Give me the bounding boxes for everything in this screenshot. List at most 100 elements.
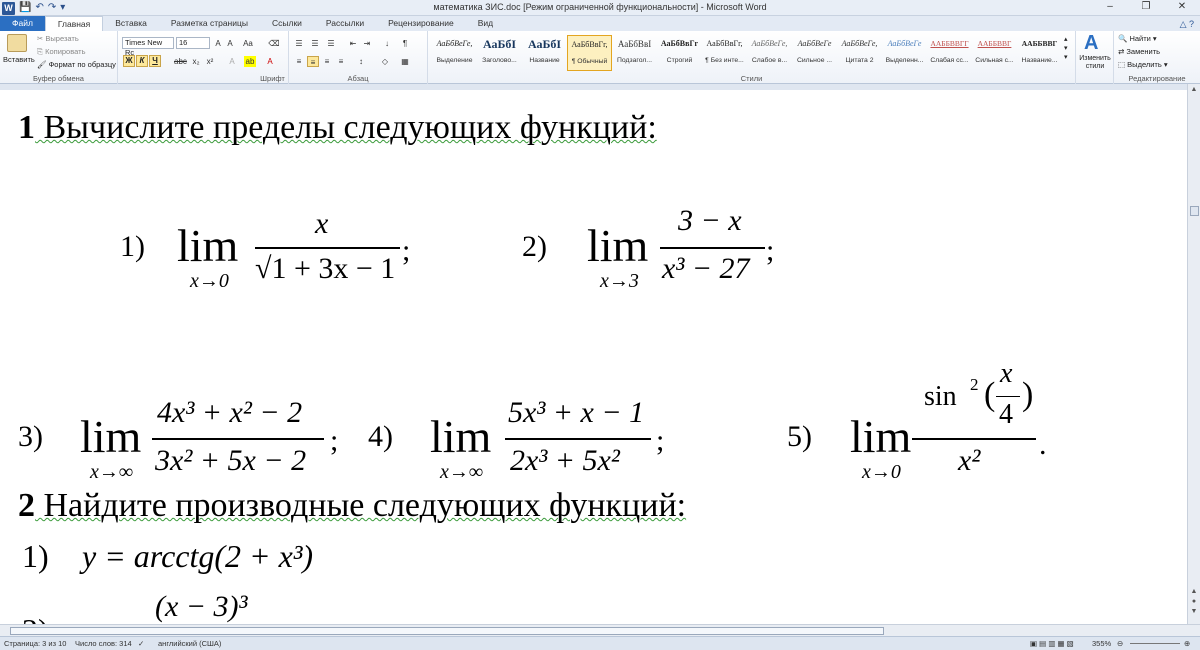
horizontal-scroll-thumb[interactable] (10, 627, 884, 635)
styles-scroll-icon[interactable]: ▴ ▾ ▾ (1064, 35, 1068, 62)
justify-icon[interactable]: ≡ (335, 56, 347, 67)
tab-view[interactable]: Вид (466, 16, 505, 31)
underline-button[interactable]: Ч (149, 55, 161, 67)
find-button[interactable]: 🔍 Найти ▾ (1118, 34, 1157, 44)
status-bar: Страница: 3 из 10 Число слов: 314 ✓ англ… (0, 636, 1200, 650)
cut-button[interactable]: ✂ Вырезать (37, 34, 79, 44)
style-item[interactable]: АаБбВеГе, Слабое в... (747, 35, 792, 71)
browse-object-icon[interactable]: ● (1188, 598, 1200, 605)
problem-1-numerator: x (315, 207, 329, 240)
font-size-select[interactable]: 16 (176, 37, 210, 49)
style-preview: АаБбІ (527, 37, 562, 51)
select-button[interactable]: ⬚ Выделить ▾ (1118, 60, 1168, 70)
zoom-slider[interactable] (1130, 643, 1180, 644)
style-item[interactable]: ААББВВГ Название... (1017, 35, 1062, 71)
copy-button[interactable]: ⎘ Копировать (37, 47, 85, 57)
font-name-select[interactable]: Times New Rc (122, 37, 174, 57)
vertical-scroll-thumb[interactable] (1190, 206, 1199, 216)
page-count[interactable]: Страница: 3 из 10 (4, 637, 66, 650)
tab-insert[interactable]: Вставка (103, 16, 159, 31)
align-center-icon[interactable]: ≡ (307, 56, 319, 67)
tab-references[interactable]: Ссылки (260, 16, 314, 31)
format-painter-button[interactable]: 🖌 Формат по образцу (37, 60, 116, 70)
style-item[interactable]: АаБбВеГе Сильное ... (792, 35, 837, 71)
style-item[interactable]: АаБбІ Заголово... (477, 35, 522, 71)
subscript-icon[interactable]: x₂ (190, 56, 202, 67)
vertical-scrollbar[interactable]: ▲ ▲ ● ▼ (1187, 84, 1200, 624)
numbering-icon[interactable]: ☰ (309, 38, 321, 49)
grow-font-icon[interactable]: A (212, 38, 224, 49)
style-item[interactable]: ААББВВГ Сильная с... (972, 35, 1017, 71)
change-styles-icon[interactable]: A (1084, 33, 1098, 53)
sort-icon[interactable]: ↓ (381, 38, 393, 49)
derivative-1-label: 1) (22, 538, 49, 574)
close-button[interactable]: ✕ (1164, 0, 1200, 15)
style-item[interactable]: АаБбВеГе Выделенн... (882, 35, 927, 71)
view-buttons[interactable]: ▣ ▤ ▥ ▦ ▧ (1030, 637, 1074, 650)
style-item[interactable]: АаБбВвГг Строгий (657, 35, 702, 71)
align-left-icon[interactable]: ≡ (293, 56, 305, 67)
problem-3-denominator: 3x² + 5x − 2 (155, 444, 307, 477)
shrink-font-icon[interactable]: A (224, 38, 236, 49)
language[interactable]: английский (США) (158, 637, 221, 650)
help-icon[interactable]: △ ? (1180, 17, 1200, 31)
proofing-icon[interactable]: ✓ (138, 637, 144, 650)
zoom-level[interactable]: 355% (1092, 637, 1111, 650)
bold-button[interactable]: Ж (123, 55, 135, 67)
style-item[interactable]: АаБбІ Название (522, 35, 567, 71)
find-label: Найти (1129, 34, 1151, 43)
problem-5-inner-denominator: 4 (999, 399, 1013, 430)
tab-mailings[interactable]: Рассылки (314, 16, 376, 31)
align-right-icon[interactable]: ≡ (321, 56, 333, 67)
paste-icon[interactable] (7, 34, 27, 52)
tab-page-layout[interactable]: Разметка страницы (159, 16, 260, 31)
borders-icon[interactable]: ▦ (399, 56, 411, 67)
font-color-icon[interactable]: A (264, 56, 276, 67)
zoom-in-icon[interactable]: ⊕ (1184, 637, 1190, 650)
change-case-icon[interactable]: Aa (242, 38, 254, 49)
style-item[interactable]: АаБбВвІ Подзагол... (612, 35, 657, 71)
change-styles-button[interactable]: Изменить стили (1076, 55, 1114, 71)
next-page-icon[interactable]: ▼ (1188, 608, 1200, 615)
style-item[interactable]: АаБбВеГе, Выделение (432, 35, 477, 71)
line-spacing-icon[interactable]: ↕ (355, 56, 367, 67)
style-name: Название (529, 57, 560, 64)
increase-indent-icon[interactable]: ⇥ (361, 38, 373, 49)
highlight-icon[interactable]: ab (244, 56, 256, 67)
scroll-up-icon[interactable]: ▲ (1188, 86, 1200, 93)
style-item[interactable]: АаБбВвГг, ¶ Без инте... (702, 35, 747, 71)
style-name: ¶ Обычный (571, 58, 608, 65)
tab-home[interactable]: Главная (44, 16, 104, 31)
style-preview: АаБбІ (482, 37, 517, 51)
style-item[interactable]: ААББВВГГ Слабая сс... (927, 35, 972, 71)
style-preview: АаБбВеГе, (436, 39, 473, 48)
shading-icon[interactable]: ◇ (379, 56, 391, 67)
document-page[interactable]: 1 Вычислите пределы следующих функций: 1… (0, 90, 1187, 624)
text-effects-icon[interactable]: A (226, 56, 238, 67)
minimize-button[interactable]: – (1092, 0, 1128, 15)
style-item[interactable]: АаБбВеГе, Цитата 2 (837, 35, 882, 71)
italic-button[interactable]: К (136, 55, 148, 67)
problem-2-denominator: x³ − 27 (662, 252, 750, 285)
tab-file[interactable]: Файл (0, 16, 45, 31)
clear-format-icon[interactable]: ⌫ (268, 38, 280, 49)
problem-4-label: 4) (368, 420, 393, 453)
paste-button[interactable]: Вставить (3, 55, 35, 65)
multilevel-list-icon[interactable]: ☰ (325, 38, 337, 49)
zoom-out-icon[interactable]: ⊖ (1117, 637, 1123, 650)
replace-button[interactable]: ⇄ Заменить (1118, 47, 1160, 57)
strikethrough-icon[interactable]: abc (174, 56, 187, 67)
superscript-icon[interactable]: x² (204, 56, 216, 67)
copy-label: Копировать (45, 47, 86, 56)
select-label: Выделить (1127, 60, 1162, 69)
show-marks-icon[interactable]: ¶ (399, 38, 411, 49)
problem-5-numerator-sin: sin (924, 381, 957, 412)
horizontal-scrollbar[interactable] (0, 624, 1200, 636)
word-count[interactable]: Число слов: 314 (75, 637, 132, 650)
bullets-icon[interactable]: ☰ (293, 38, 305, 49)
tab-review[interactable]: Рецензирование (376, 16, 466, 31)
prev-page-icon[interactable]: ▲ (1188, 588, 1200, 595)
decrease-indent-icon[interactable]: ⇤ (347, 38, 359, 49)
style-item[interactable]: АаБбВвГг, ¶ Обычный (567, 35, 612, 71)
restore-button[interactable]: ❐ (1128, 0, 1164, 15)
